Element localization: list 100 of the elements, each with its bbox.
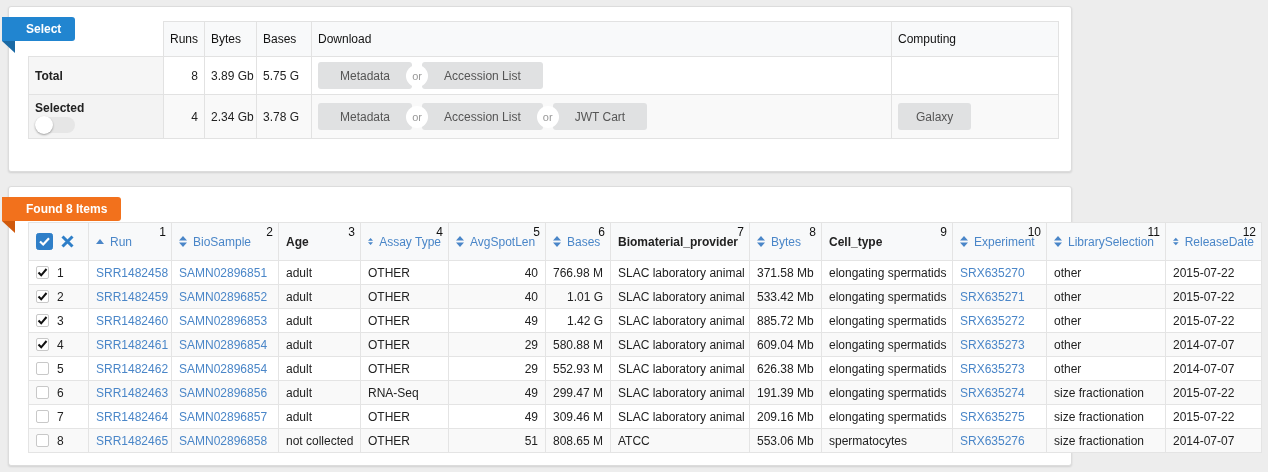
table-cell: size fractionation bbox=[1046, 380, 1166, 405]
table-cell: SLAC laboratory animal bbox=[610, 380, 750, 405]
row-checkbox[interactable] bbox=[36, 266, 49, 279]
column-header: Download bbox=[311, 21, 892, 57]
row-number: 6 bbox=[57, 385, 64, 400]
table-cell: OTHER bbox=[360, 260, 449, 285]
column-number: 2 bbox=[266, 225, 273, 239]
toggle-switch[interactable] bbox=[35, 116, 75, 133]
select-all-checkbox[interactable] bbox=[36, 233, 53, 250]
table-cell: 40 bbox=[448, 260, 546, 285]
table-cell: other bbox=[1046, 284, 1166, 309]
column-header: Computing bbox=[891, 21, 1059, 57]
column-header[interactable]: Bytes bbox=[771, 234, 801, 249]
row-number: 2 bbox=[57, 289, 64, 304]
table-cell: SLAC laboratory animal bbox=[610, 332, 750, 357]
row-checkbox[interactable] bbox=[36, 338, 49, 351]
table-cell: 49 bbox=[448, 380, 546, 405]
table-cell: SLAC laboratory animal bbox=[610, 284, 750, 309]
table-cell: elongating spermatids bbox=[821, 380, 953, 405]
table-cell: other bbox=[1046, 308, 1166, 333]
column-number: 3 bbox=[348, 225, 355, 239]
download-button[interactable]: Accession List bbox=[422, 103, 543, 130]
table-cell: 8 bbox=[163, 56, 205, 95]
table-cell: ATCC bbox=[610, 428, 750, 453]
table-cell: elongating spermatids bbox=[821, 404, 953, 429]
section-ribbon: Found 8 Items bbox=[2, 197, 122, 221]
row-checkbox[interactable] bbox=[36, 314, 49, 327]
table-cell: size fractionation bbox=[1046, 404, 1166, 429]
table-cell: OTHER bbox=[360, 428, 449, 453]
table-cell: 2014-07-07 bbox=[1165, 332, 1262, 357]
table-cell: 2015-07-22 bbox=[1165, 308, 1262, 333]
table-cell: 2015-07-22 bbox=[1165, 380, 1262, 405]
table-cell: other bbox=[1046, 260, 1166, 285]
table-cell: 3.78 G bbox=[256, 94, 312, 139]
table-cell: 29 bbox=[448, 356, 546, 381]
table-cell: 51 bbox=[448, 428, 546, 453]
column-number: 7 bbox=[737, 225, 744, 239]
row-number: 8 bbox=[57, 433, 64, 448]
column-header: Age bbox=[286, 234, 309, 249]
table-cell: SLAC laboratory animal bbox=[610, 356, 750, 381]
section-ribbon: Select bbox=[2, 17, 76, 41]
table-cell: 40 bbox=[448, 284, 546, 309]
table-cell: 2014-07-07 bbox=[1165, 356, 1262, 381]
column-header: Runs bbox=[163, 21, 205, 57]
table-cell: OTHER bbox=[360, 308, 449, 333]
row-checkbox[interactable] bbox=[36, 362, 49, 375]
column-number: 5 bbox=[533, 225, 540, 239]
ribbon-fold bbox=[2, 41, 15, 53]
row-number: 4 bbox=[57, 337, 64, 352]
row-label: Total bbox=[35, 68, 63, 83]
column-number: 6 bbox=[598, 225, 605, 239]
download-button[interactable]: JWT Cart bbox=[552, 103, 648, 130]
table-cell: 49 bbox=[448, 308, 546, 333]
table-cell: 2.34 Gb bbox=[204, 94, 257, 139]
table-cell: elongating spermatids bbox=[821, 284, 953, 309]
table-cell: 2014-07-07 bbox=[1165, 428, 1262, 453]
download-button[interactable]: Metadata bbox=[318, 62, 413, 89]
table-cell: elongating spermatids bbox=[821, 308, 953, 333]
table-cell: OTHER bbox=[360, 404, 449, 429]
table-cell: elongating spermatids bbox=[821, 332, 953, 357]
column-number: 8 bbox=[809, 225, 816, 239]
row-checkbox[interactable] bbox=[36, 386, 49, 399]
row-checkbox[interactable] bbox=[36, 410, 49, 423]
table-cell: 2015-07-22 bbox=[1165, 260, 1262, 285]
table-cell: RNA-Seq bbox=[360, 380, 449, 405]
row-checkbox[interactable] bbox=[36, 290, 49, 303]
table-cell: elongating spermatids bbox=[821, 356, 953, 381]
column-number: 9 bbox=[940, 225, 947, 239]
download-button[interactable]: Metadata bbox=[318, 103, 413, 130]
download-button[interactable]: Accession List bbox=[422, 62, 543, 89]
computing-button[interactable]: Galaxy bbox=[898, 103, 972, 130]
table-cell: spermatocytes bbox=[821, 428, 953, 453]
row-number: 3 bbox=[57, 313, 64, 328]
row-checkbox[interactable] bbox=[36, 434, 49, 447]
close-icon[interactable] bbox=[61, 235, 74, 248]
table-cell: SLAC laboratory animal bbox=[610, 308, 750, 333]
table-cell: 49 bbox=[448, 404, 546, 429]
column-header: Cell_type bbox=[829, 234, 883, 249]
column-header[interactable]: BioSample bbox=[193, 234, 252, 249]
table-cell: elongating spermatids bbox=[821, 260, 953, 285]
table-cell: 2015-07-22 bbox=[1165, 404, 1262, 429]
column-header[interactable]: Run bbox=[110, 234, 132, 249]
table-cell: 29 bbox=[448, 332, 546, 357]
table-cell: 3.89 Gb bbox=[204, 56, 257, 95]
row-number: 5 bbox=[57, 361, 64, 376]
column-number: 1 bbox=[159, 225, 166, 239]
table-cell: OTHER bbox=[360, 332, 449, 357]
column-header: Bytes bbox=[204, 21, 257, 57]
row-number: 7 bbox=[57, 409, 64, 424]
column-header: Bases bbox=[256, 21, 312, 57]
table-cell: other bbox=[1046, 356, 1166, 381]
table-cell: OTHER bbox=[360, 356, 449, 381]
table-cell: 2015-07-22 bbox=[1165, 284, 1262, 309]
column-header: Biomaterial_provider bbox=[618, 234, 739, 249]
ribbon-fold bbox=[2, 221, 15, 233]
row-number: 1 bbox=[57, 265, 64, 280]
table-cell: other bbox=[1046, 332, 1166, 357]
table-cell: OTHER bbox=[360, 284, 449, 309]
table-cell: SLAC laboratory animal bbox=[610, 260, 750, 285]
table-cell: size fractionation bbox=[1046, 428, 1166, 453]
